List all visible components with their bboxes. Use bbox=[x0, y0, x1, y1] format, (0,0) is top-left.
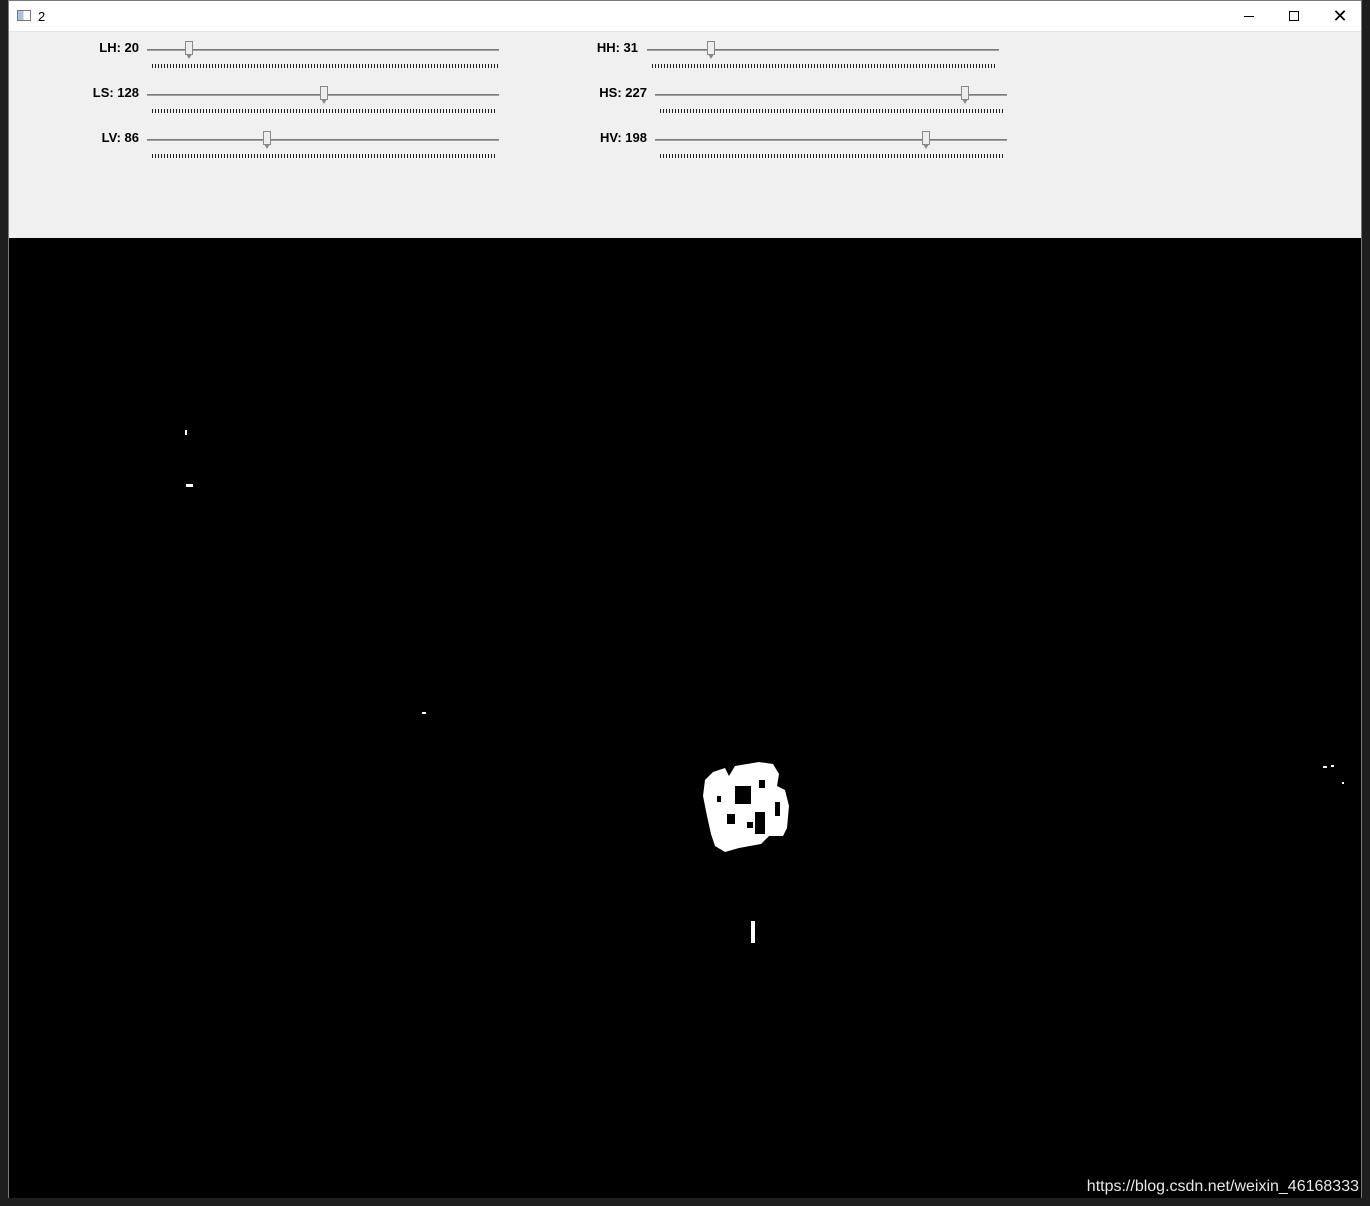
binary-mask-image: https://blog.csdn.net/weixin_46168333 bbox=[9, 238, 1361, 1198]
trackbar-lh-label: LH: 20 bbox=[99, 40, 139, 55]
trackbar-hs: HS: 227 bbox=[509, 81, 1019, 117]
trackbar-ls-label: LS: 128 bbox=[92, 85, 139, 100]
trackbar-hh-thumb[interactable] bbox=[706, 41, 715, 59]
trackbar-lh-thumb[interactable] bbox=[185, 41, 194, 59]
trackbar-ls: LS: 128 bbox=[9, 81, 509, 117]
trackbar-lv: LV: 86 bbox=[9, 126, 509, 162]
trackbar-lv-ticks bbox=[152, 154, 496, 158]
trackbar-hv-thumb[interactable] bbox=[922, 131, 931, 149]
trackbar-lh: LH: 20 bbox=[9, 36, 509, 72]
mask-speck bbox=[185, 430, 187, 435]
trackbar-ls-ticks bbox=[152, 109, 496, 113]
trackbar-hs-label: HS: 227 bbox=[599, 85, 647, 100]
desktop: 2 ✕ LH: 20 HH: 31 LS: 128 HS: 227 LV: 86… bbox=[0, 0, 1370, 1206]
mask-speck bbox=[1323, 766, 1327, 768]
trackbar-lv-track[interactable] bbox=[147, 139, 499, 141]
trackbar-hh-label: HH: 31 bbox=[596, 40, 638, 55]
opencv-window: 2 ✕ LH: 20 HH: 31 LS: 128 HS: 227 LV: 86… bbox=[8, 0, 1362, 1198]
trackbar-panel: LH: 20 HH: 31 LS: 128 HS: 227 LV: 86 HV:… bbox=[9, 32, 1361, 238]
trackbar-hv-ticks bbox=[660, 154, 1005, 158]
mask-speck bbox=[422, 712, 426, 714]
minimize-button[interactable] bbox=[1226, 1, 1272, 31]
trackbar-lv-label: LV: 86 bbox=[101, 130, 139, 145]
trackbar-lh-ticks bbox=[152, 64, 498, 68]
mask-fragment bbox=[751, 921, 755, 943]
trackbar-hv: HV: 198 bbox=[509, 126, 1019, 162]
trackbar-hs-track[interactable] bbox=[655, 94, 1007, 96]
minimize-icon bbox=[1244, 15, 1254, 17]
trackbar-hs-ticks bbox=[660, 109, 1005, 113]
trackbar-hv-label: HV: 198 bbox=[600, 130, 647, 145]
trackbar-hh-track[interactable] bbox=[647, 49, 999, 51]
trackbar-lv-thumb[interactable] bbox=[263, 131, 272, 149]
app-window-icon bbox=[17, 10, 31, 21]
trackbar-ls-thumb[interactable] bbox=[319, 86, 328, 104]
title-bar[interactable]: 2 ✕ bbox=[9, 1, 1361, 32]
trackbar-hs-thumb[interactable] bbox=[961, 86, 970, 104]
maximize-icon bbox=[1289, 11, 1299, 21]
trackbar-hh-ticks bbox=[652, 64, 997, 68]
mask-speck bbox=[186, 484, 193, 487]
trackbar-hh: HH: 31 bbox=[509, 36, 1019, 72]
trackbar-lh-track[interactable] bbox=[147, 49, 499, 51]
trackbar-hv-track[interactable] bbox=[655, 139, 1007, 141]
close-button[interactable]: ✕ bbox=[1317, 1, 1363, 31]
window-title: 2 bbox=[38, 9, 46, 24]
maximize-button[interactable] bbox=[1271, 1, 1317, 31]
mask-speck bbox=[1342, 782, 1344, 784]
close-icon: ✕ bbox=[1332, 6, 1348, 26]
mask-speck bbox=[1331, 765, 1334, 767]
mask-object bbox=[703, 762, 789, 852]
watermark-text: https://blog.csdn.net/weixin_46168333 bbox=[1086, 1178, 1359, 1195]
